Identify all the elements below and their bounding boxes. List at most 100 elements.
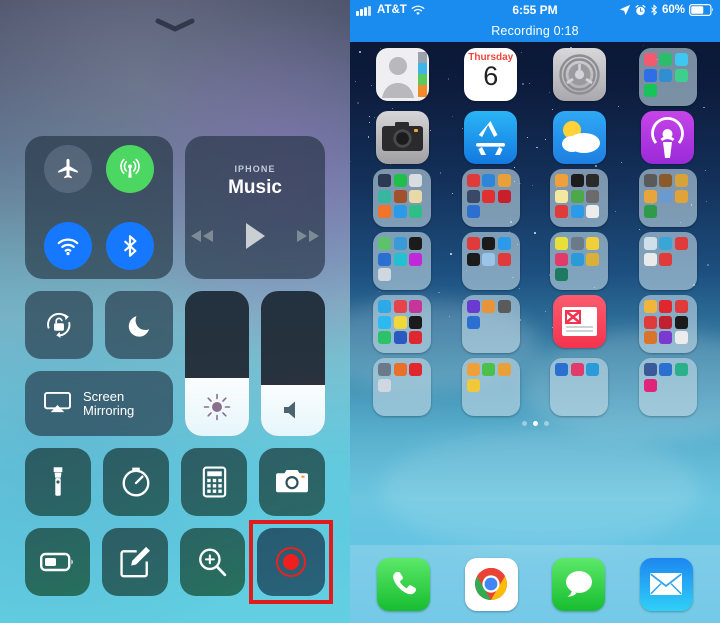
- low-power-mode-button[interactable]: [25, 528, 91, 596]
- control-center-handle[interactable]: [0, 18, 350, 32]
- folder-icon[interactable]: [550, 358, 609, 416]
- folder-mini-icon: [393, 174, 407, 187]
- news-icon[interactable]: [552, 295, 606, 348]
- now-playing-panel[interactable]: IPHONE Music: [185, 136, 325, 279]
- dock-item-phone[interactable]: [377, 557, 431, 611]
- airplane-mode-toggle[interactable]: [44, 145, 92, 194]
- camera-button[interactable]: [259, 448, 325, 516]
- folder-mini-icon: [643, 300, 657, 313]
- contacts-icon[interactable]: [375, 48, 429, 101]
- app-row: [358, 169, 712, 230]
- app-item[interactable]: [628, 295, 708, 356]
- page-dot[interactable]: [532, 421, 538, 426]
- page-indicator[interactable]: [350, 421, 720, 426]
- folder-icon[interactable]: [461, 295, 520, 353]
- folder-mini-icon: [586, 205, 600, 218]
- folder-icon[interactable]: [373, 232, 432, 290]
- folder-icon[interactable]: [461, 169, 520, 227]
- volume-slider[interactable]: [261, 291, 325, 436]
- folder-mini-icon: [570, 363, 584, 376]
- dock-item-messages[interactable]: [552, 557, 606, 611]
- page-dot[interactable]: [543, 421, 549, 426]
- app-item[interactable]: [451, 295, 531, 356]
- do-not-disturb-toggle[interactable]: [105, 291, 173, 359]
- folder-icon[interactable]: [373, 295, 432, 353]
- folder-icon[interactable]: [638, 232, 697, 290]
- app-store-icon[interactable]: [464, 111, 518, 164]
- folder-icon[interactable]: [461, 232, 520, 290]
- app-item[interactable]: [539, 48, 619, 109]
- app-item[interactable]: [539, 111, 619, 167]
- app-item[interactable]: [362, 295, 442, 356]
- app-item[interactable]: [539, 169, 619, 230]
- app-item[interactable]: [628, 169, 708, 230]
- status-bar: AT&T 6:55 PM 60%: [350, 0, 720, 20]
- app-item[interactable]: [628, 232, 708, 293]
- weather-icon[interactable]: [552, 111, 606, 164]
- play-icon[interactable]: [241, 221, 269, 251]
- now-playing-source: IPHONE: [234, 164, 276, 174]
- screen-mirroring-button[interactable]: Screen Mirroring: [25, 371, 173, 436]
- app-item[interactable]: [362, 358, 442, 419]
- app-item[interactable]: [539, 232, 619, 293]
- app-item[interactable]: [628, 48, 708, 109]
- folder-mini-icon: [659, 68, 673, 82]
- dock-item-mail[interactable]: [639, 557, 693, 611]
- bluetooth-toggle[interactable]: [106, 221, 154, 270]
- folder-icon[interactable]: [373, 358, 432, 416]
- app-item[interactable]: [628, 358, 708, 419]
- app-item[interactable]: [539, 295, 619, 356]
- rewind-icon[interactable]: [189, 228, 215, 244]
- battery-icon: [39, 552, 73, 572]
- page-dot[interactable]: [521, 421, 527, 426]
- airplay-icon: [44, 391, 71, 413]
- folder-mini-icon: [674, 189, 688, 203]
- folder-icon[interactable]: [638, 169, 697, 227]
- rotation-lock-toggle[interactable]: [25, 291, 93, 359]
- now-playing-transport: [189, 221, 321, 251]
- app-item[interactable]: [628, 111, 708, 167]
- folder-mini-icon: [482, 189, 496, 203]
- calculator-button[interactable]: [181, 448, 247, 516]
- folder-mini-icon: [643, 237, 657, 250]
- app-item[interactable]: [451, 232, 531, 293]
- dock-item-chrome[interactable]: [464, 557, 518, 611]
- wifi-toggle[interactable]: [44, 221, 92, 270]
- folder-icon[interactable]: [638, 295, 697, 353]
- podcasts-icon[interactable]: [641, 111, 695, 164]
- magnifier-button[interactable]: [179, 528, 245, 596]
- folder-mini-icon: [586, 237, 600, 250]
- folder-icon[interactable]: [550, 232, 609, 290]
- cellular-data-toggle[interactable]: [106, 145, 154, 194]
- folder-icon[interactable]: [373, 169, 432, 227]
- folder-icon[interactable]: [461, 358, 520, 416]
- folder-mini-icon: [555, 174, 569, 187]
- folder-icon[interactable]: [550, 169, 609, 227]
- app-item[interactable]: [362, 48, 442, 109]
- settings-gear-icon[interactable]: [552, 48, 606, 101]
- cc-row-shortcuts-1: [25, 448, 325, 516]
- app-item[interactable]: [362, 169, 442, 230]
- folder-mini-icon: [409, 174, 423, 187]
- fast-forward-icon[interactable]: [295, 228, 321, 244]
- brightness-slider[interactable]: [185, 291, 249, 436]
- folder-mini-icon: [643, 174, 657, 187]
- folder-mini-icon: [555, 237, 569, 250]
- timer-button[interactable]: [103, 448, 169, 516]
- app-item[interactable]: Thursday 6: [451, 48, 531, 109]
- calendar-icon[interactable]: Thursday 6: [464, 48, 518, 101]
- folder-mini-icon: [643, 331, 657, 344]
- app-item[interactable]: [362, 111, 442, 167]
- app-item[interactable]: [451, 111, 531, 167]
- flashlight-button[interactable]: [25, 448, 91, 516]
- app-item[interactable]: [451, 358, 531, 419]
- app-item[interactable]: [362, 232, 442, 293]
- app-item[interactable]: [451, 169, 531, 230]
- folder-icon[interactable]: [638, 48, 697, 106]
- app-item[interactable]: [539, 358, 619, 419]
- notes-button[interactable]: [102, 528, 168, 596]
- folder-mini-icon: [497, 252, 511, 266]
- folder-icon[interactable]: [638, 358, 697, 416]
- camera-icon[interactable]: [375, 111, 429, 164]
- folder-mini-icon: [570, 237, 584, 250]
